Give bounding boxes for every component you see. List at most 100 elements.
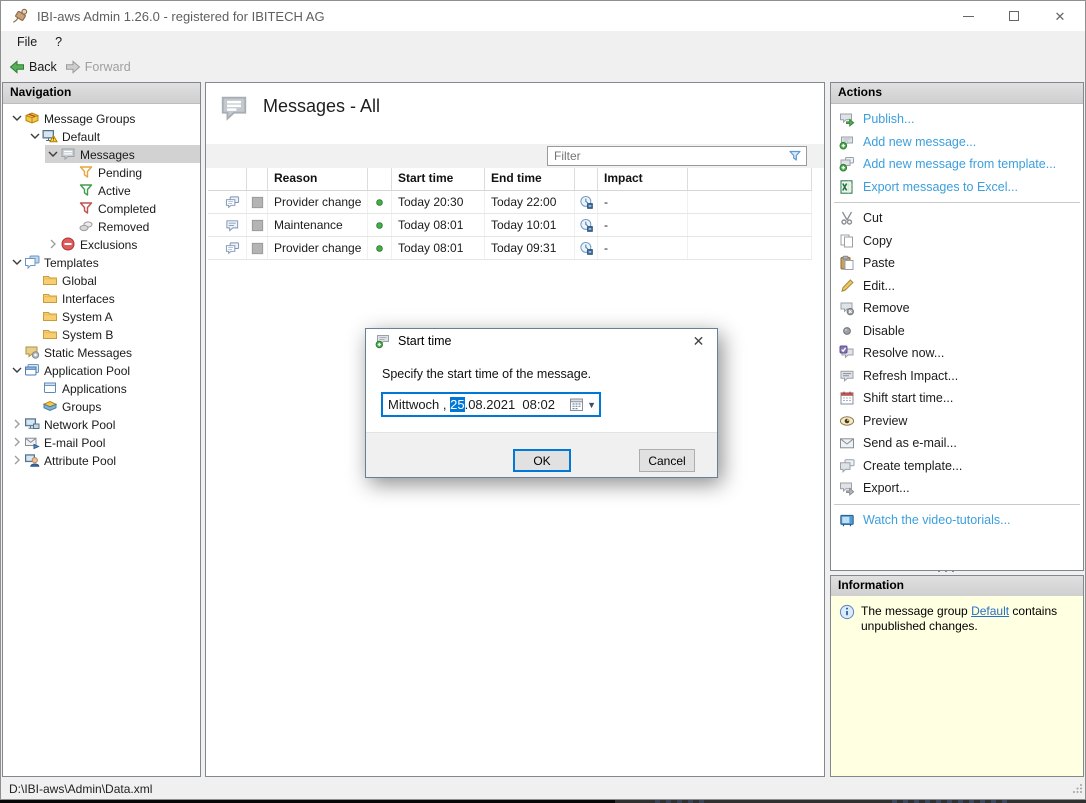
column-header-end-time[interactable]: End time [485,168,575,190]
tree-item-label: Static Messages [40,345,135,360]
action-shift-start-time[interactable]: Shift start time... [831,387,1083,410]
menu-file[interactable]: File [8,31,46,53]
action-create-template[interactable]: Create template... [831,455,1083,478]
dialog-close-button[interactable]: ✕ [690,333,707,350]
tree-item-label: Groups [58,399,104,414]
chevron-placeholder [9,344,24,360]
cancel-button[interactable]: Cancel [639,449,695,472]
impact-cell: - [598,191,688,213]
start-time-cell: Today 08:01 [392,237,485,259]
action-remove[interactable]: Remove [831,297,1083,320]
action-add-new-message-from-template[interactable]: Add new message from template... [831,153,1083,176]
action-watch-the-video-tutorials[interactable]: Watch the video-tutorials... [831,509,1083,532]
chevron-expanded-icon[interactable] [9,110,24,126]
calendar-dropdown-button[interactable]: ▼ [569,397,600,413]
tree-item-messages[interactable]: Messages [3,145,200,163]
row-checkbox-icon[interactable] [247,237,268,259]
tree-item-message-groups[interactable]: Message Groups [3,109,200,127]
column-header-impact[interactable]: Impact [598,168,688,190]
forward-button[interactable]: Forward [65,59,131,75]
tree-item-applications[interactable]: Applications [3,379,200,397]
tree-item-groups[interactable]: Groups [3,397,200,415]
action-cut[interactable]: Cut [831,207,1083,230]
action-label: Refresh Impact... [863,369,958,383]
tree-item-application-pool[interactable]: Application Pool [3,361,200,379]
tree-item-network-pool[interactable]: Network Pool [3,415,200,433]
action-add-new-message[interactable]: Add new message... [831,131,1083,154]
tree-item-completed[interactable]: Completed [3,199,200,217]
default-group-link[interactable]: Default [971,604,1009,618]
column-header-reason[interactable]: Reason [268,168,368,190]
action-label: Copy [863,234,892,248]
back-button[interactable]: Back [9,59,57,75]
menu-help[interactable]: ? [46,31,71,53]
tree-item-system-b[interactable]: System B [3,325,200,343]
chevron-collapsed-icon[interactable] [9,434,24,450]
action-copy[interactable]: Copy [831,230,1083,253]
tree-item-attribute-pool[interactable]: Attribute Pool [3,451,200,469]
close-button[interactable]: ✕ [1037,1,1083,31]
tree-item-active[interactable]: Active [3,181,200,199]
chevron-expanded-icon[interactable] [9,254,24,270]
action-disable[interactable]: Disable [831,320,1083,343]
tree-item-removed[interactable]: Removed [3,217,200,235]
tree-item-label: Pending [94,165,145,180]
filter-funnel-icon[interactable] [787,148,803,164]
chevron-collapsed-icon[interactable] [9,416,24,432]
action-resolve-now[interactable]: Resolve now... [831,342,1083,365]
action-paste[interactable]: Paste [831,252,1083,275]
column-header-start-time[interactable]: Start time [392,168,485,190]
chevron-collapsed-icon[interactable] [9,452,24,468]
filter-input[interactable] [548,148,787,164]
tree-item-e-mail-pool[interactable]: E-mail Pool [3,433,200,451]
action-refresh-impact[interactable]: Refresh Impact... [831,365,1083,388]
ok-button[interactable]: OK [513,449,571,472]
chevron-expanded-icon[interactable] [9,362,24,378]
selected-date-part: 25 [450,397,464,412]
chevron-expanded-icon[interactable] [27,128,42,144]
action-export[interactable]: Export... [831,477,1083,500]
tree-item-system-a[interactable]: System A [3,307,200,325]
tree-item-label: Application Pool [40,363,133,378]
row-checkbox-icon[interactable] [247,191,268,213]
action-label: Edit... [863,279,895,293]
resize-grip-icon[interactable] [1072,783,1083,797]
status-dot-icon [368,214,392,236]
chevron-collapsed-icon[interactable] [45,236,60,252]
action-publish[interactable]: Publish... [831,108,1083,131]
action-label: Remove [863,301,910,315]
tree-item-label: Message Groups [40,111,138,126]
start-time-picker[interactable]: Mittwoch , 25.08.2021 08:02 ▼ [381,392,601,417]
actions-header: Actions [831,83,1083,104]
actions-panel: Actions Publish...Add new message...Add … [830,82,1084,571]
table-row[interactable]: Provider changeToday 08:01Today 09:31- [208,237,812,260]
tree-item-interfaces[interactable]: Interfaces [3,289,200,307]
tree-item-default[interactable]: Default [3,127,200,145]
chevron-placeholder [63,164,78,180]
action-edit[interactable]: Edit... [831,275,1083,298]
row-checkbox-icon[interactable] [247,214,268,236]
dialog-message-icon [375,333,391,349]
panel-splitter[interactable] [938,568,978,573]
table-row[interactable]: MaintenanceToday 08:01Today 10:01- [208,214,812,237]
tree-item-pending[interactable]: Pending [3,163,200,181]
tree-item-label: Completed [94,201,159,216]
row-gutter [208,214,218,236]
network-pool-icon [24,416,40,432]
tree-row-content: Application Pool [9,361,200,379]
action-send-as-e-mail[interactable]: Send as e-mail... [831,432,1083,455]
action-export-messages-to-excel[interactable]: Export messages to Excel... [831,176,1083,199]
tree-item-templates[interactable]: Templates [3,253,200,271]
tree-item-exclusions[interactable]: Exclusions [3,235,200,253]
column-header-empty [208,168,218,190]
minimize-button[interactable] [945,1,991,31]
row-gutter [208,191,218,213]
table-row[interactable]: Provider changeToday 20:30Today 22:00- [208,191,812,214]
tree-item-static-messages[interactable]: Static Messages [3,343,200,361]
maximize-button[interactable] [991,1,1037,31]
chevron-expanded-icon[interactable] [45,146,60,162]
action-preview[interactable]: Preview [831,410,1083,433]
tree-item-global[interactable]: Global [3,271,200,289]
tree-item-label: Network Pool [40,417,118,432]
maximize-icon [1009,11,1019,21]
